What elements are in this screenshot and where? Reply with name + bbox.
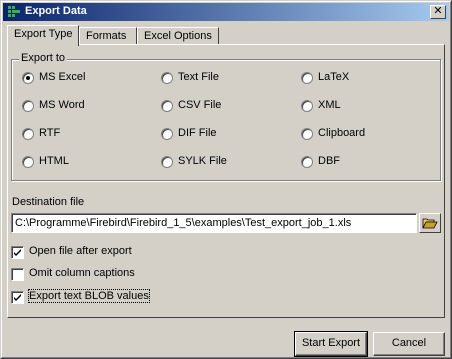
- tab-label: Export Type: [14, 28, 73, 40]
- radio-label: RTF: [39, 127, 61, 139]
- radio-label: MS Excel: [39, 71, 86, 83]
- window-title: Export Data: [25, 5, 87, 17]
- tab-export-type[interactable]: Export Type: [7, 25, 79, 46]
- tab-formats[interactable]: Formats: [79, 27, 137, 45]
- radio-circle: [22, 100, 34, 112]
- radio-circle: [301, 100, 313, 112]
- radio-label: DIF File: [178, 127, 217, 139]
- start-export-button[interactable]: Start Export: [294, 331, 368, 357]
- tab-excel-options[interactable]: Excel Options: [137, 27, 219, 45]
- radio-label: DBF: [318, 155, 340, 167]
- checkbox-box: [11, 268, 24, 281]
- radio-circle: [22, 128, 34, 140]
- folder-open-icon: [422, 218, 438, 229]
- radio-circle: [161, 128, 173, 140]
- browse-button[interactable]: [419, 213, 441, 233]
- radio-label: Text File: [178, 71, 219, 83]
- radio-label: XML: [318, 99, 341, 111]
- radio-circle: [161, 100, 173, 112]
- export-to-legend: Export to: [19, 52, 68, 64]
- radio-circle: [161, 72, 173, 84]
- radio-label: LaTeX: [318, 71, 350, 83]
- checkbox-box: [11, 291, 24, 304]
- close-button[interactable]: ✕: [430, 5, 446, 19]
- export-data-dialog: Export Data ✕ Export Type Formats Excel …: [0, 0, 452, 359]
- cancel-button[interactable]: Cancel: [373, 332, 445, 356]
- radio-circle: [301, 156, 313, 168]
- radio-circle: [301, 72, 313, 84]
- checkbox-label: Export text BLOB values: [28, 289, 150, 303]
- radio-circle: [161, 156, 173, 168]
- checkbox-label: Omit column captions: [29, 267, 135, 279]
- tab-label: Formats: [86, 30, 127, 42]
- radio-circle: [22, 156, 34, 168]
- radio-circle: [22, 72, 34, 84]
- radio-circle: [301, 128, 313, 140]
- radio-selected-dot: [26, 76, 30, 80]
- title-bar[interactable]: Export Data ✕: [3, 3, 449, 21]
- checkbox-label: Open file after export: [29, 245, 132, 257]
- checkmark-icon: [14, 294, 21, 301]
- radio-label: Clipboard: [318, 127, 366, 139]
- checkbox-box: [11, 246, 24, 259]
- destination-file-label: Destination file: [12, 196, 85, 208]
- tab-label: Excel Options: [144, 30, 212, 42]
- radio-label: SYLK File: [178, 155, 227, 167]
- radio-label: MS Word: [39, 99, 85, 111]
- destination-file-input[interactable]: C:\Programme\Firebird\Firebird_1_5\examp…: [11, 213, 417, 233]
- close-icon: ✕: [433, 5, 443, 17]
- radio-label: CSV File: [178, 99, 222, 111]
- app-icon: [8, 6, 20, 17]
- checkmark-icon: [14, 249, 21, 256]
- radio-label: HTML: [39, 155, 69, 167]
